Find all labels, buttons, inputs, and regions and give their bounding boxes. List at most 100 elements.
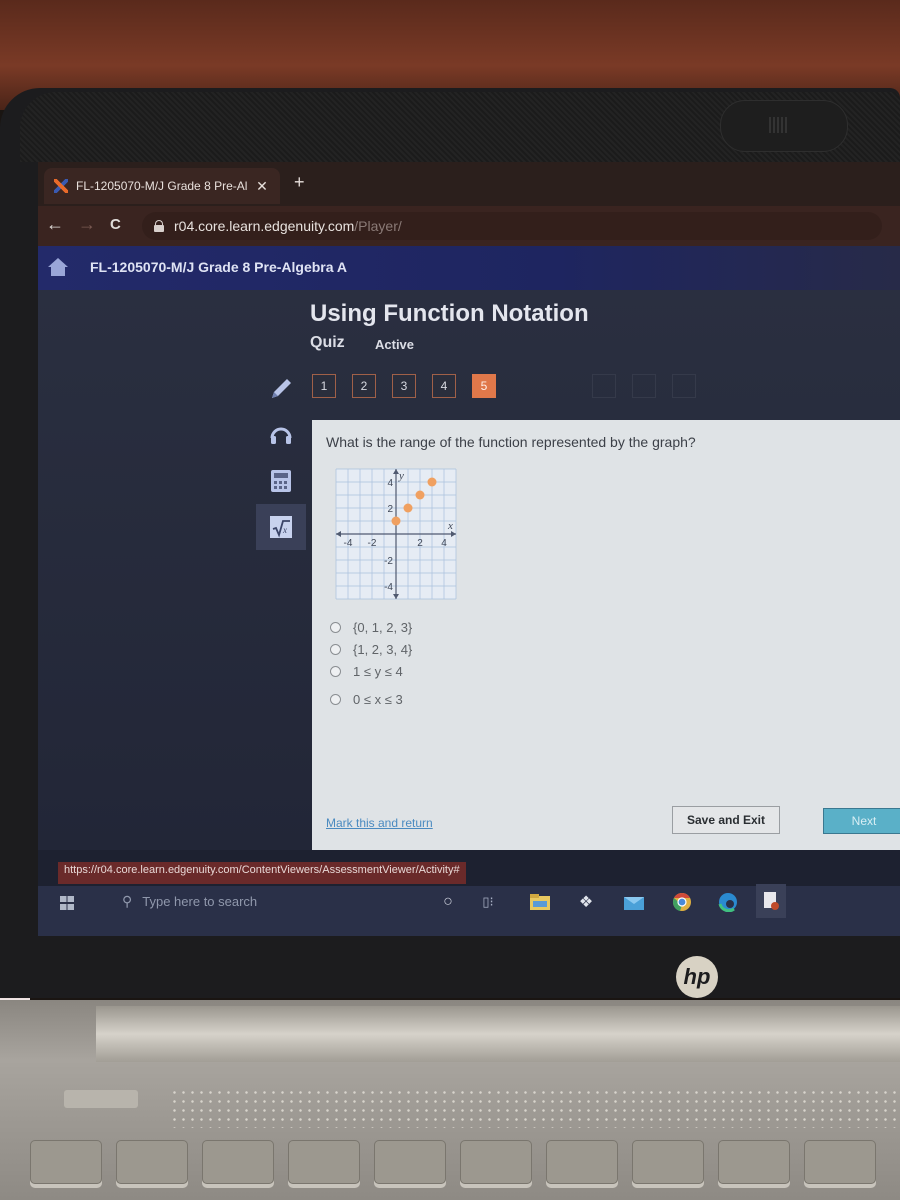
url-host: r04.core.learn.edgenuity.com	[174, 218, 355, 234]
keyboard-key	[30, 1140, 102, 1184]
lock-icon	[154, 220, 164, 232]
file-explorer-icon[interactable]	[528, 890, 552, 914]
cortana-icon[interactable]: ○	[436, 890, 460, 914]
tab-close-icon[interactable]: ✕	[254, 178, 270, 195]
keyboard-function-row	[30, 1140, 876, 1184]
back-arrow-icon[interactable]: ←	[46, 214, 64, 235]
formula-sqrt-icon: x	[270, 516, 292, 538]
keyboard-key	[202, 1140, 274, 1184]
link-status-url: https://r04.core.learn.edgenuity.com/Con…	[58, 862, 466, 884]
laptop-hinge	[96, 1006, 900, 1062]
choice-label: {1, 2, 3, 4}	[353, 641, 413, 657]
x-axis-label: x	[447, 520, 453, 532]
chrome-icon[interactable]	[670, 890, 694, 914]
data-point	[391, 516, 401, 526]
svg-text:x: x	[282, 525, 287, 535]
next-button[interactable]: Next	[823, 808, 900, 834]
headphones-icon	[270, 427, 292, 444]
question-nav-2[interactable]: 2	[352, 374, 376, 398]
calculator-icon	[271, 470, 291, 492]
new-tab-button[interactable]: +	[294, 172, 305, 193]
audio-tool-button[interactable]	[256, 412, 306, 458]
pencil-tool-button[interactable]	[256, 366, 306, 412]
home-icon[interactable]	[48, 258, 68, 276]
mark-and-return-link[interactable]: Mark this and return	[326, 816, 433, 830]
answer-choice-3[interactable]: 1 ≤ y ≤ 4	[330, 660, 412, 682]
power-button	[64, 1090, 138, 1108]
question-nav-5[interactable]: 5	[472, 374, 496, 398]
reload-icon[interactable]: C	[110, 216, 121, 233]
course-title: FL-1205070-M/J Grade 8 Pre-Algebra A	[90, 259, 348, 275]
forward-arrow-icon[interactable]: →	[78, 214, 96, 235]
radio-button[interactable]	[330, 643, 341, 655]
answer-choices: {0, 1, 2, 3} {1, 2, 3, 4} 1 ≤ y ≤ 4 0 ≤ …	[330, 616, 412, 710]
url-path: /Player/	[354, 218, 402, 234]
answer-choice-4[interactable]: 0 ≤ x ≤ 3	[330, 688, 412, 710]
keyboard-key	[546, 1140, 618, 1184]
y-tick-label: -2	[384, 556, 393, 567]
mail-icon[interactable]	[622, 890, 646, 914]
save-and-exit-button[interactable]: Save and Exit	[672, 806, 780, 834]
laptop-screen: FL-1205070-M/J Grade 8 Pre-Al ✕ + ← → C …	[38, 162, 900, 936]
x-tick-label: -4	[344, 538, 353, 549]
coordinate-graph: x y -4 -2 2 4 4 2 -2 -4	[335, 468, 457, 600]
document-app-icon[interactable]	[756, 884, 786, 918]
formula-tool-button[interactable]: x	[256, 504, 306, 550]
data-point	[403, 503, 413, 513]
search-placeholder: Type here to search	[142, 893, 258, 909]
x-tick-label: -2	[368, 538, 377, 549]
question-nav-placeholder	[632, 374, 656, 398]
webcam-cover	[720, 100, 848, 152]
edge-icon[interactable]	[716, 890, 740, 914]
keyboard-key	[804, 1140, 876, 1184]
activity-area: Using Function Notation Quiz Active 1 2 …	[38, 290, 900, 850]
calculator-tool-button[interactable]	[256, 458, 306, 504]
pencil-icon	[272, 379, 291, 398]
choice-label: 1 ≤ y ≤ 4	[353, 663, 403, 679]
windows-taskbar: ⚲ Type here to search ○ ▯⁝ ❖	[38, 884, 900, 936]
edgenuity-favicon-icon	[54, 179, 68, 193]
browser-tab[interactable]: FL-1205070-M/J Grade 8 Pre-Al ✕	[44, 168, 280, 204]
keyboard-key	[288, 1140, 360, 1184]
dropbox-icon[interactable]: ❖	[574, 890, 598, 914]
choice-label: {0, 1, 2, 3}	[353, 619, 413, 635]
question-prompt: What is the range of the function repres…	[326, 434, 696, 450]
question-nav-3[interactable]: 3	[392, 374, 416, 398]
data-point	[427, 477, 437, 487]
y-tick-label: -4	[384, 582, 393, 593]
address-bar[interactable]: r04.core.learn.edgenuity.com /Player/	[142, 212, 882, 240]
task-view-icon[interactable]: ▯⁝	[476, 890, 500, 914]
answer-choice-2[interactable]: {1, 2, 3, 4}	[330, 638, 412, 660]
hp-logo: hp	[676, 956, 718, 998]
question-nav-4[interactable]: 4	[432, 374, 456, 398]
radio-button[interactable]	[330, 665, 341, 677]
x-tick-label: 2	[417, 538, 423, 549]
search-icon: ⚲	[122, 892, 133, 909]
course-header: FL-1205070-M/J Grade 8 Pre-Algebra A	[38, 246, 900, 290]
browser-tab-bar: FL-1205070-M/J Grade 8 Pre-Al ✕ +	[38, 162, 900, 206]
activity-type-label: Quiz	[310, 334, 345, 351]
windows-start-icon[interactable]	[60, 896, 74, 910]
data-point	[415, 490, 425, 500]
radio-button[interactable]	[330, 621, 341, 633]
y-axis-label: y	[398, 470, 404, 482]
tool-sidebar: x	[256, 366, 306, 550]
keyboard-key	[632, 1140, 704, 1184]
lesson-title: Using Function Notation	[310, 300, 589, 327]
browser-toolbar: ← → C r04.core.learn.edgenuity.com /Play…	[38, 206, 900, 246]
question-nav-placeholder	[672, 374, 696, 398]
choice-label: 0 ≤ x ≤ 3	[353, 691, 403, 707]
question-nav-1[interactable]: 1	[312, 374, 336, 398]
keyboard-key	[460, 1140, 532, 1184]
y-tick-label: 4	[387, 478, 393, 489]
speaker-grill	[170, 1088, 900, 1128]
tab-title: FL-1205070-M/J Grade 8 Pre-Al	[76, 179, 248, 193]
y-tick-label: 2	[387, 504, 393, 515]
taskbar-search-box[interactable]: ⚲ Type here to search	[82, 886, 452, 916]
question-navigator: 1 2 3 4 5	[312, 374, 696, 398]
radio-button[interactable]	[330, 693, 341, 705]
x-tick-label: 4	[441, 538, 447, 549]
answer-choice-1[interactable]: {0, 1, 2, 3}	[330, 616, 412, 638]
question-nav-placeholder	[592, 374, 616, 398]
activity-status-label: Active	[375, 337, 415, 352]
